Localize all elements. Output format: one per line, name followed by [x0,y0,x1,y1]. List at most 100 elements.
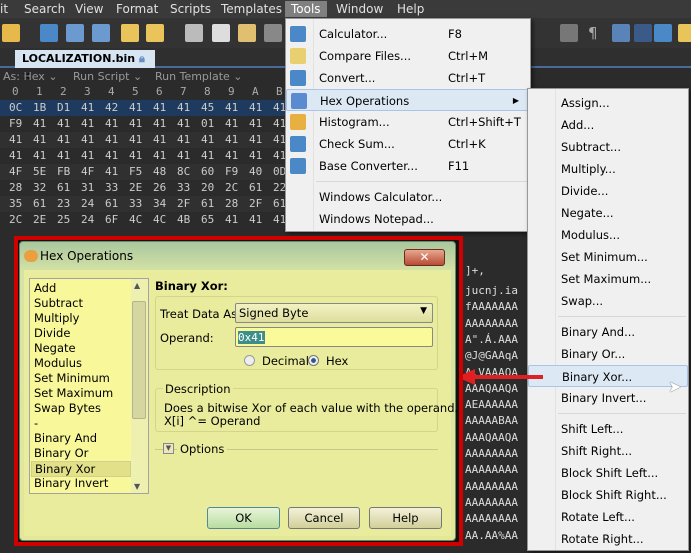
operation-list-item[interactable]: Binary Or [34,446,88,460]
hex-byte[interactable]: 20 [201,180,214,196]
ascii-fragment[interactable]: fAAAAAAA [465,299,518,315]
hex-byte[interactable]: 41 [153,148,166,164]
hex-row[interactable]: 41 41 41 41 41 41 41 41 41 41 41 41 [0,132,290,148]
operations-list-scrollbar[interactable]: ▲ ▼ [131,279,148,493]
hex-byte[interactable]: 4B [177,212,190,228]
tools-menu-item[interactable]: Windows Notepad... [286,208,530,230]
menu-format[interactable]: Format [112,1,162,17]
help-button[interactable]: Help [369,507,442,529]
folder-icon[interactable] [121,24,139,42]
hex-byte[interactable]: 41 [225,148,238,164]
hex-byte[interactable]: 2F [177,196,190,212]
submenu-item[interactable]: Binary Or... [528,343,688,365]
submenu-item[interactable]: Negate... [528,202,688,224]
hex-byte[interactable]: 41 [57,148,70,164]
submenu-item[interactable]: Set Maximum... [528,268,688,290]
hex-byte[interactable]: F9 [9,116,22,132]
ascii-fragment[interactable]: AAAAAAAA [465,511,518,527]
submenu-item[interactable]: Shift Right... [528,440,688,462]
submenu-item[interactable]: Block Shift Right... [528,484,688,506]
menu-tools[interactable]: Tools [285,1,327,17]
menu-help[interactable]: Help [393,1,428,17]
hex-byte[interactable]: 34 [153,196,166,212]
ascii-fragment[interactable]: AAAAAAAA [465,446,518,462]
operation-list-item[interactable]: Subtract [34,296,83,310]
run-template-dropdown[interactable]: Run Template ⌄ [155,70,243,83]
run-script-dropdown[interactable]: Run Script ⌄ [73,70,142,83]
treat-data-select[interactable]: Signed Byte ▼ [235,303,433,323]
submenu-item[interactable]: Block Shift Left... [528,462,688,484]
hex-byte[interactable]: 41 [105,164,118,180]
hex-byte[interactable]: 6F [105,212,118,228]
operation-list-item[interactable]: Set Maximum [34,386,113,400]
submenu-item[interactable]: Binary Invert... [528,387,688,409]
hex-byte[interactable]: 41 [57,116,70,132]
hex-byte[interactable]: 41 [225,132,238,148]
hex-byte[interactable]: 41 [153,132,166,148]
hex-byte[interactable]: 61 [33,196,46,212]
hex-byte[interactable]: 41 [201,148,214,164]
operation-list-item[interactable]: Swap Bytes [34,401,101,415]
ascii-fragment[interactable]: AA.AA%AA [465,528,518,544]
submenu-item[interactable]: Binary Xor... [528,365,688,387]
cut-icon[interactable] [185,24,203,42]
submenu-item[interactable]: Multiply... [528,158,688,180]
hex-byte[interactable]: 41 [249,212,262,228]
save-all-icon[interactable] [92,24,110,42]
options-expand-icon[interactable]: ▼ [163,443,174,454]
workspace-icon[interactable] [146,24,164,42]
hex-byte[interactable]: 33 [105,180,118,196]
hex-byte[interactable]: 41 [9,148,22,164]
radio-hex[interactable] [308,355,319,366]
scrollbar-thumb[interactable] [132,301,146,419]
submenu-item[interactable]: Binary And... [528,321,688,343]
hex-byte[interactable]: D1 [57,100,70,116]
hex-byte[interactable]: 23 [57,196,70,212]
hex-byte[interactable]: 1B [33,100,46,116]
hex-byte[interactable]: 41 [177,148,190,164]
hex-byte[interactable]: 41 [81,116,94,132]
hex-byte[interactable]: 41 [225,212,238,228]
save-as-icon[interactable] [66,24,84,42]
ascii-fragment[interactable]: ]+, [465,263,485,279]
operation-list-item[interactable]: Set Minimum [34,371,110,385]
word-wrap-icon[interactable] [560,24,578,42]
hex-byte[interactable]: 48 [153,164,166,180]
hex-byte[interactable]: 0C [9,100,22,116]
menu-edit[interactable]: it [0,1,12,17]
hex-byte[interactable]: 41 [225,100,238,116]
hex-byte[interactable]: 41 [33,132,46,148]
view-as-dropdown[interactable]: As: Hex ⌄ [3,70,58,83]
hex-byte[interactable]: 41 [153,100,166,116]
submenu-item[interactable]: Modulus... [528,224,688,246]
hex-byte[interactable]: 41 [81,148,94,164]
tools-menu-item[interactable]: Hex Operations ▶ [286,89,530,111]
hex-byte[interactable]: 2E [129,180,142,196]
hex-byte[interactable]: 45 [201,100,214,116]
hex-byte[interactable]: F5 [129,164,142,180]
ascii-fragment[interactable]: @J@GAAqA [465,348,518,364]
hex-byte[interactable]: 42 [105,100,118,116]
hex-byte[interactable]: 41 [81,132,94,148]
hex-byte[interactable]: 25 [57,212,70,228]
hex-byte[interactable]: 24 [81,196,94,212]
hex-byte[interactable]: 2C [9,212,22,228]
hex-byte[interactable]: 41 [33,148,46,164]
operation-list-item[interactable]: Modulus [34,356,82,370]
hex-byte[interactable]: 2C [225,180,238,196]
hex-row[interactable]: 28 32 61 31 33 2E 26 33 20 2C 61 22 [0,180,290,196]
submenu-item[interactable]: Assign... [528,92,688,114]
ascii-fragment[interactable]: AAAAAAAA [465,316,518,332]
hex-byte[interactable]: 26 [153,180,166,196]
save-icon[interactable] [40,24,58,42]
hex-byte[interactable]: 41 [33,116,46,132]
hex-byte[interactable]: 01 [201,116,214,132]
submenu-item[interactable]: Subtract... [528,136,688,158]
hex-byte[interactable]: 65 [201,212,214,228]
menu-scripts[interactable]: Scripts [166,1,215,17]
menu-window[interactable]: Window [332,1,387,17]
hex-byte[interactable]: 41 [105,132,118,148]
hex-row[interactable]: 0C 1B D1 41 42 41 41 41 45 41 41 41 [0,100,290,116]
ascii-fragment[interactable]: A".Á.AAA [465,332,518,348]
undo-icon[interactable] [264,24,282,42]
